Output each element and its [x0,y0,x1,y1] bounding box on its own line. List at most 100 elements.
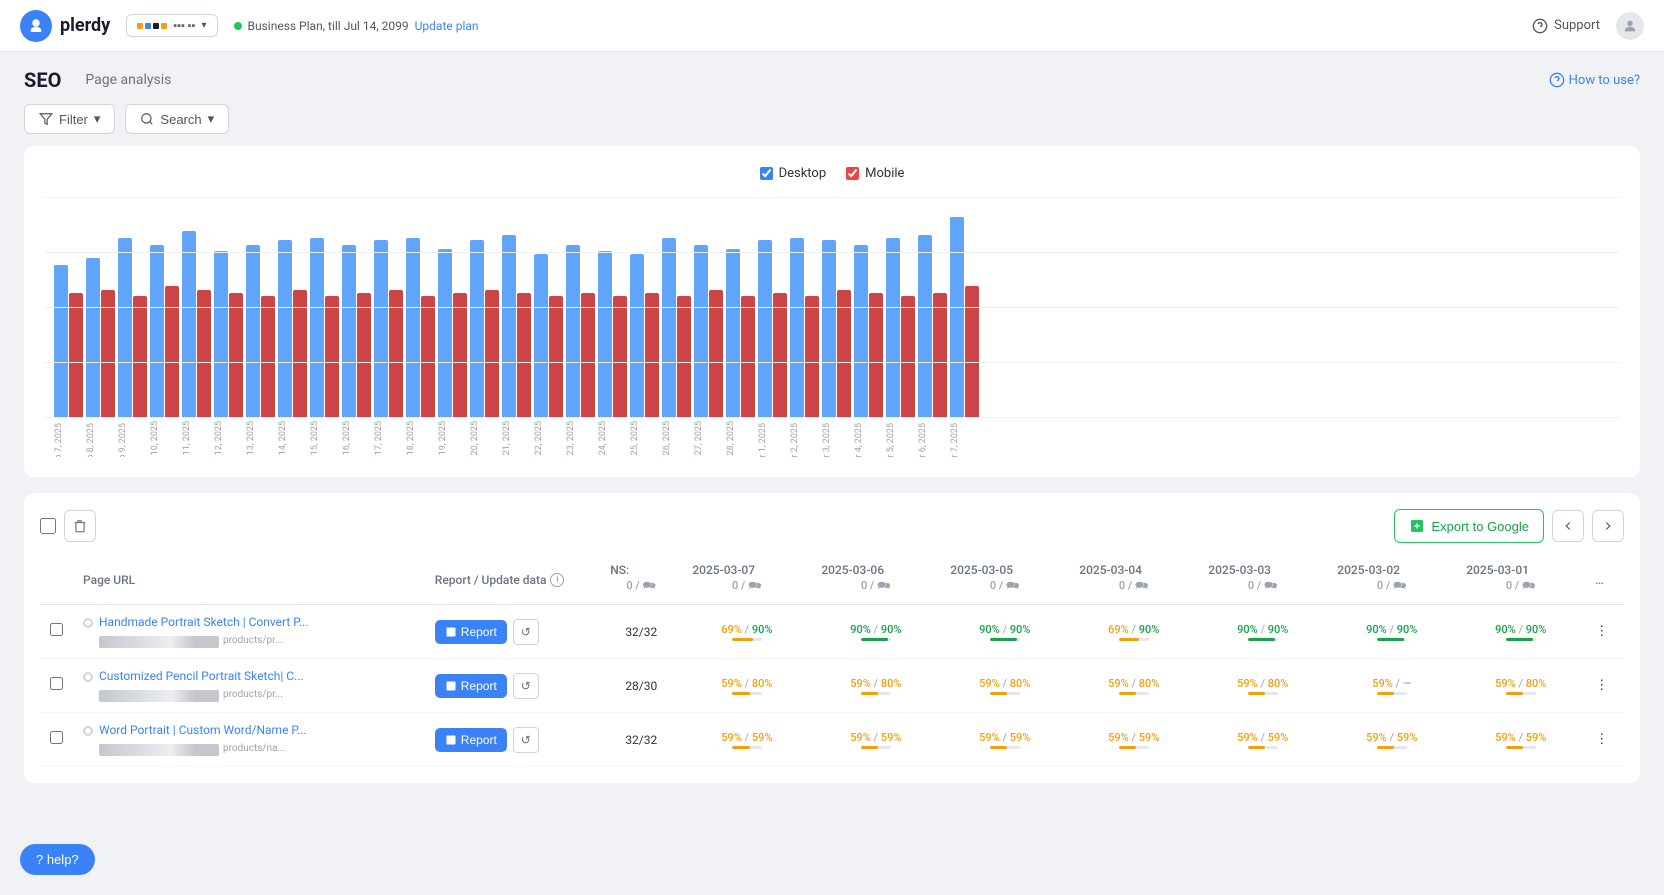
chart-x-label: Feb 8, 2025 [86,421,115,457]
site-selector[interactable]: ▪▪▪ ▪▪ ▾ [126,14,217,37]
next-page-button[interactable] [1592,510,1624,542]
page-url-link[interactable]: Customized Pencil Portrait Sketch| C... [99,669,304,683]
score-a: 59% [1366,731,1387,744]
bar-group [86,258,115,417]
bar-mobile [197,290,211,417]
desktop-checkbox[interactable] [760,167,773,180]
th-date2: 2025-03-06 0 / 🗪 [811,555,940,605]
chart-x-label: Feb 22, 2025 [534,421,563,457]
support-button[interactable]: Support [1532,18,1600,34]
chart-x-label: Feb 26, 2025 [662,421,691,457]
bar-mobile [837,290,851,417]
bar-group [118,238,147,417]
score-a: 59% [850,677,871,690]
th-ns: NS: 0 / 🗪 [600,555,682,605]
row-checkbox[interactable] [50,623,63,636]
url-status-icon [83,672,93,682]
score-cell: 59% / 59% [682,713,811,767]
score-b: 90% [1010,623,1031,636]
ns-value: 32/32 [600,605,682,659]
chart-x-label: Feb 18, 2025 [406,421,435,457]
select-all-checkbox[interactable] [40,518,56,534]
table-toolbar: Export to Google [40,509,1624,543]
chart-x-label: Feb 14, 2025 [278,421,307,457]
page-url-link[interactable]: Handmade Portrait Sketch | Convert P... [99,615,308,629]
report-button[interactable]: Report [435,728,507,752]
score-cell: 59% / — [1327,659,1456,713]
chart-legend: Desktop Mobile [44,166,1620,181]
chart-x-label: Feb 10, 2025 [150,421,179,457]
page-url-link[interactable]: Word Portrait | Custom Word/Name P... [99,723,307,737]
th-report: Report / Update data i [425,555,600,605]
chart-x-label: Feb 16, 2025 [342,421,371,457]
bar-desktop [790,238,804,417]
bar-mobile [901,296,915,417]
support-label: Support [1554,18,1600,33]
filter-label: Filter [59,112,88,127]
plan-text: Business Plan, till Jul 14, 2099 [248,19,409,33]
score-a: 59% [721,731,742,744]
mobile-checkbox[interactable] [846,167,859,180]
more-options[interactable]: ⋮ [1585,713,1624,767]
bar-group [726,249,755,417]
score-b: 80% [1268,677,1289,690]
th-page-url: Page URL [73,555,425,605]
refresh-button[interactable]: ↺ [513,619,539,645]
more-options[interactable]: ⋮ [1585,605,1624,659]
score-a: 59% [1237,677,1258,690]
row-checkbox[interactable] [50,731,63,744]
score-cell: 59% / 59% [1069,713,1198,767]
bar-mobile [101,290,115,417]
bar-mobile [133,296,147,417]
report-button[interactable]: Report [435,674,507,698]
bar-group [470,240,499,417]
bar-desktop [374,240,388,417]
score-cell: 90% / 90% [940,605,1069,659]
score-b: 59% [1010,731,1031,744]
user-avatar[interactable] [1616,12,1644,40]
bar-desktop [886,238,900,417]
search-button[interactable]: Search ▾ [125,104,229,134]
row-checkbox[interactable] [50,677,63,690]
report-info-icon[interactable]: i [550,573,564,587]
bar-desktop [918,235,932,417]
score-a: 59% [721,677,742,690]
th-more: … [1585,555,1624,605]
score-cell: 59% / 80% [1456,659,1585,713]
plan-info: Business Plan, till Jul 14, 2099 Update … [234,19,479,33]
score-cell: 69% / 90% [1069,605,1198,659]
more-options[interactable]: ⋮ [1585,659,1624,713]
score-a: 59% [1495,677,1516,690]
chart-x-label: Feb 23, 2025 [566,421,595,457]
score-cell: 59% / 80% [682,659,811,713]
refresh-button[interactable]: ↺ [513,673,539,699]
page-title-area: SEO Page analysis [24,68,171,92]
score-b: 80% [1139,677,1160,690]
prev-page-button[interactable] [1552,510,1584,542]
score-b: 80% [1526,677,1547,690]
chart-x-label: Feb 9, 2025 [118,421,147,457]
chart-x-label: Mar 3, 2025 [822,421,851,457]
bar-mobile [485,290,499,417]
bar-desktop [54,265,68,417]
export-to-google-button[interactable]: Export to Google [1394,509,1544,543]
url-bar-preview [99,744,219,756]
site-selector-label: ▪▪▪ ▪▪ [173,19,195,32]
score-b: 80% [1010,677,1031,690]
help-button[interactable]: ? help? [20,844,95,875]
bar-desktop [566,245,580,417]
url-path: products/pr... [223,635,283,646]
score-a: 59% [850,731,871,744]
how-to-use-link[interactable]: How to use? [1549,72,1640,88]
score-b: 80% [752,677,773,690]
chart-x-label: Mar 1, 2025 [758,421,787,457]
filter-button[interactable]: Filter ▾ [24,104,115,134]
bar-desktop [726,249,740,417]
report-button[interactable]: Report [435,620,507,644]
th-date7: 2025-03-01 0 / 🗪 [1456,555,1585,605]
chart-area: Feb 7, 2025Feb 8, 2025Feb 9, 2025Feb 10,… [44,197,1620,457]
score-a: 90% [1366,623,1387,636]
delete-button[interactable] [64,510,96,542]
update-plan-link[interactable]: Update plan [415,19,479,33]
refresh-button[interactable]: ↺ [513,727,539,753]
